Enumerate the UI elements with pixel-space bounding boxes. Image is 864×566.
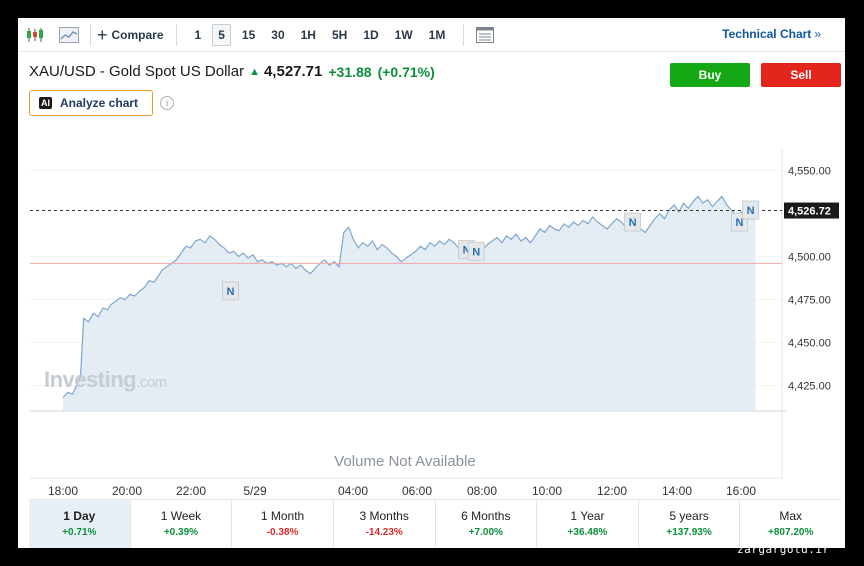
x-tick-label: 10:00 <box>532 484 562 498</box>
price-change-percent: (+0.71%) <box>377 63 435 80</box>
area-chart-icon[interactable] <box>52 18 86 51</box>
ai-icon: AI <box>39 97 52 109</box>
news-marker-label: N <box>227 286 235 298</box>
news-marker-label: N <box>472 246 480 258</box>
site-watermark: zargargold.ir <box>737 543 830 556</box>
compare-button[interactable]: + Compare <box>95 26 172 44</box>
period-change: -14.23% <box>365 527 403 538</box>
toolbar-divider <box>175 23 177 46</box>
volume-unavailable-text: Volume Not Available <box>334 453 475 470</box>
chart-toolbar: + Compare 1 5 15 30 1H 5H 1D 1W 1M Technical Cha… <box>18 18 845 52</box>
x-tick-label: 04:00 <box>338 484 368 498</box>
y-tick-label: 4,475.00 <box>788 295 831 307</box>
y-tick-label: 4,425.00 <box>788 381 831 393</box>
sell-button[interactable]: Sell <box>761 63 841 87</box>
plus-icon: + <box>97 24 108 45</box>
period-label: 1 Year <box>570 509 605 523</box>
technical-chart-label: Technical Chart <box>722 27 812 41</box>
x-tick-label: 08:00 <box>467 484 497 498</box>
performance-periods: 1 Day +0.71% 1 Week +0.39% 1 Month -0.38% 3 Mo… <box>29 499 841 548</box>
period-change: +36.48% <box>567 527 608 538</box>
buy-button[interactable]: Buy <box>670 63 750 87</box>
period-tab[interactable]: 3 Months -14.23% <box>334 500 436 548</box>
interval-5h[interactable]: 5H <box>327 25 352 45</box>
instrument-header: XAU/USD - Gold Spot US Dollar ▲ 4,527.71… <box>29 63 441 80</box>
x-tick-label: 12:00 <box>597 484 627 498</box>
x-tick-label: 06:00 <box>402 484 432 498</box>
interval-1m[interactable]: 1M <box>424 25 451 45</box>
news-marker-label: N <box>747 205 755 217</box>
period-label: 1 Month <box>260 509 305 523</box>
interval-1w[interactable]: 1W <box>390 25 418 45</box>
y-tick-label: 4,550.00 <box>788 166 831 178</box>
news-marker-label: N <box>629 217 637 229</box>
analyze-chart-label: Analyze chart <box>60 96 139 110</box>
period-change: +0.39% <box>163 527 199 538</box>
x-tick-label: 20:00 <box>112 484 142 498</box>
period-change: +7.00% <box>468 527 503 538</box>
period-tab[interactable]: 1 Month -0.38% <box>232 500 334 548</box>
analyze-chart-button[interactable]: AI Analyze chart <box>29 90 153 116</box>
period-tab[interactable]: 1 Week +0.39% <box>131 500 233 548</box>
info-icon[interactable]: i <box>160 96 174 110</box>
instrument-name: XAU/USD - Gold Spot US Dollar <box>29 63 245 80</box>
period-change: -0.38% <box>266 527 299 538</box>
period-tab[interactable]: Max +807.20% <box>740 500 841 548</box>
x-tick-label: 18:00 <box>48 484 78 498</box>
period-tab[interactable]: 1 Year +36.48% <box>537 500 639 548</box>
period-tab[interactable]: 6 Months +7.00% <box>436 500 538 548</box>
last-price: 4,527.71 <box>263 63 323 80</box>
interval-15[interactable]: 15 <box>237 25 260 45</box>
y-tick-label: 4,450.00 <box>788 338 831 350</box>
interval-30[interactable]: 30 <box>266 25 289 45</box>
arrow-up-icon: ▲ <box>249 65 260 78</box>
interval-1d[interactable]: 1D <box>358 25 383 45</box>
price-chart[interactable]: 4,425.00 4,450.00 4,475.00 4,500.00 4,550.00… <box>18 128 845 498</box>
period-change: +137.93% <box>666 527 712 538</box>
interval-1[interactable]: 1 <box>190 25 207 45</box>
table-view-icon[interactable] <box>468 18 502 51</box>
period-change: +807.20% <box>768 527 814 538</box>
period-label: 1 Day <box>63 509 96 523</box>
period-label: 1 Week <box>160 509 202 523</box>
period-label: Max <box>779 509 803 523</box>
period-label: 6 Months <box>461 509 511 523</box>
toolbar-divider <box>90 23 91 46</box>
period-tab[interactable]: 1 Day +0.71% <box>29 500 131 548</box>
compare-label: Compare <box>111 27 164 42</box>
x-tick-label: 5/29 <box>243 484 267 498</box>
toolbar-divider <box>463 23 465 46</box>
technical-chart-link[interactable]: Technical Chart» <box>722 27 821 41</box>
interval-selector: 1 5 15 30 1H 5H 1D 1W 1M <box>187 23 454 46</box>
price-area <box>63 196 756 411</box>
current-price-label: 4,526.72 <box>788 206 831 218</box>
chart-widget: + Compare 1 5 15 30 1H 5H 1D 1W 1M Technical Cha… <box>18 18 845 548</box>
price-change: +31.88 <box>328 63 372 80</box>
period-label: 5 years <box>669 509 709 523</box>
interval-5[interactable]: 5 <box>212 23 231 46</box>
period-label: 3 Months <box>359 509 409 523</box>
interval-1h[interactable]: 1H <box>296 25 321 45</box>
x-tick-label: 22:00 <box>176 484 206 498</box>
x-tick-label: 16:00 <box>726 484 756 498</box>
y-tick-label: 4,500.00 <box>788 252 831 264</box>
double-chevron-right-icon: » <box>814 27 821 41</box>
candlestick-chart-icon[interactable] <box>18 18 52 51</box>
period-tab[interactable]: 5 years +137.93% <box>639 500 741 548</box>
x-tick-label: 14:00 <box>662 484 692 498</box>
period-change: +0.71% <box>62 527 97 538</box>
